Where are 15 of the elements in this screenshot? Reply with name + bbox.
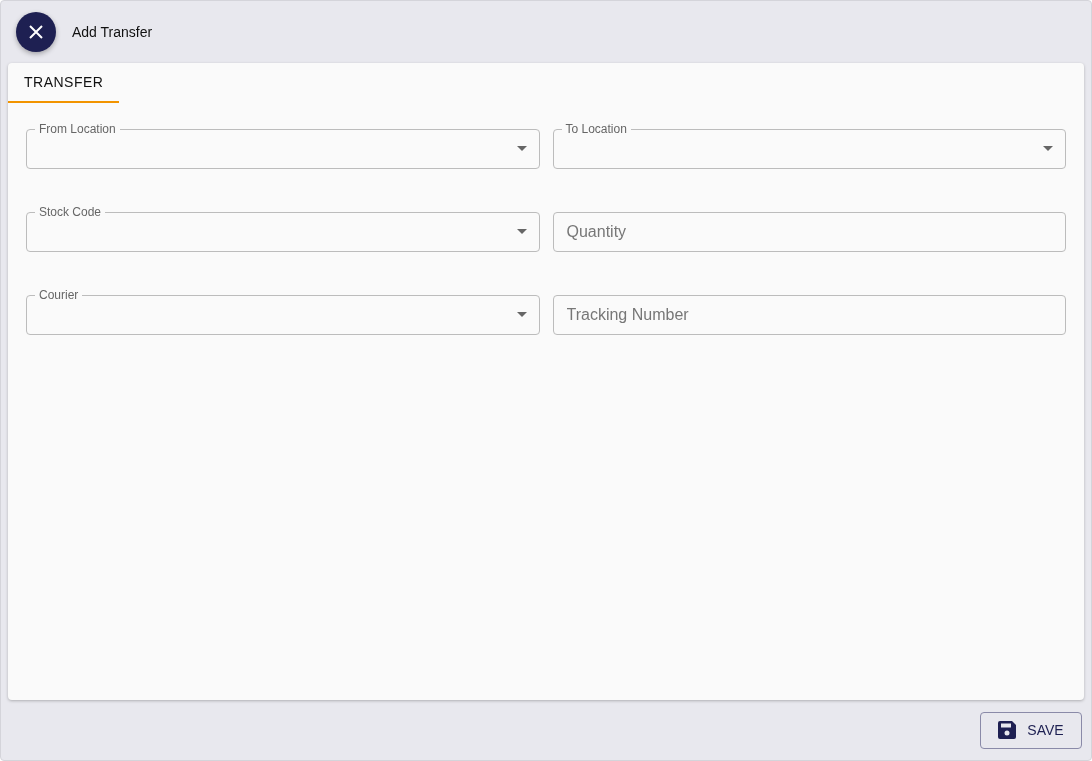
caret-icon (516, 312, 527, 317)
caret-icon (1043, 146, 1053, 151)
close-icon (29, 25, 43, 39)
input-field[interactable]: Quantity (552, 212, 1066, 252)
tab[interactable]: TRANSFER (8, 63, 120, 103)
input-field[interactable]: Tracking Number (552, 295, 1066, 335)
dropdown-field[interactable]: From Location (26, 121, 540, 169)
close-button[interactable] (16, 12, 56, 52)
dropdown-field[interactable]: To Location (552, 121, 1066, 169)
caret-icon (516, 229, 527, 234)
caret-icon (516, 146, 527, 151)
dropdown-field[interactable]: Stock Code (26, 204, 540, 252)
dropdown-field[interactable]: Courier (26, 287, 540, 335)
save-button[interactable]: SAVE (980, 711, 1082, 749)
window-title: Add Transfer (72, 24, 153, 40)
